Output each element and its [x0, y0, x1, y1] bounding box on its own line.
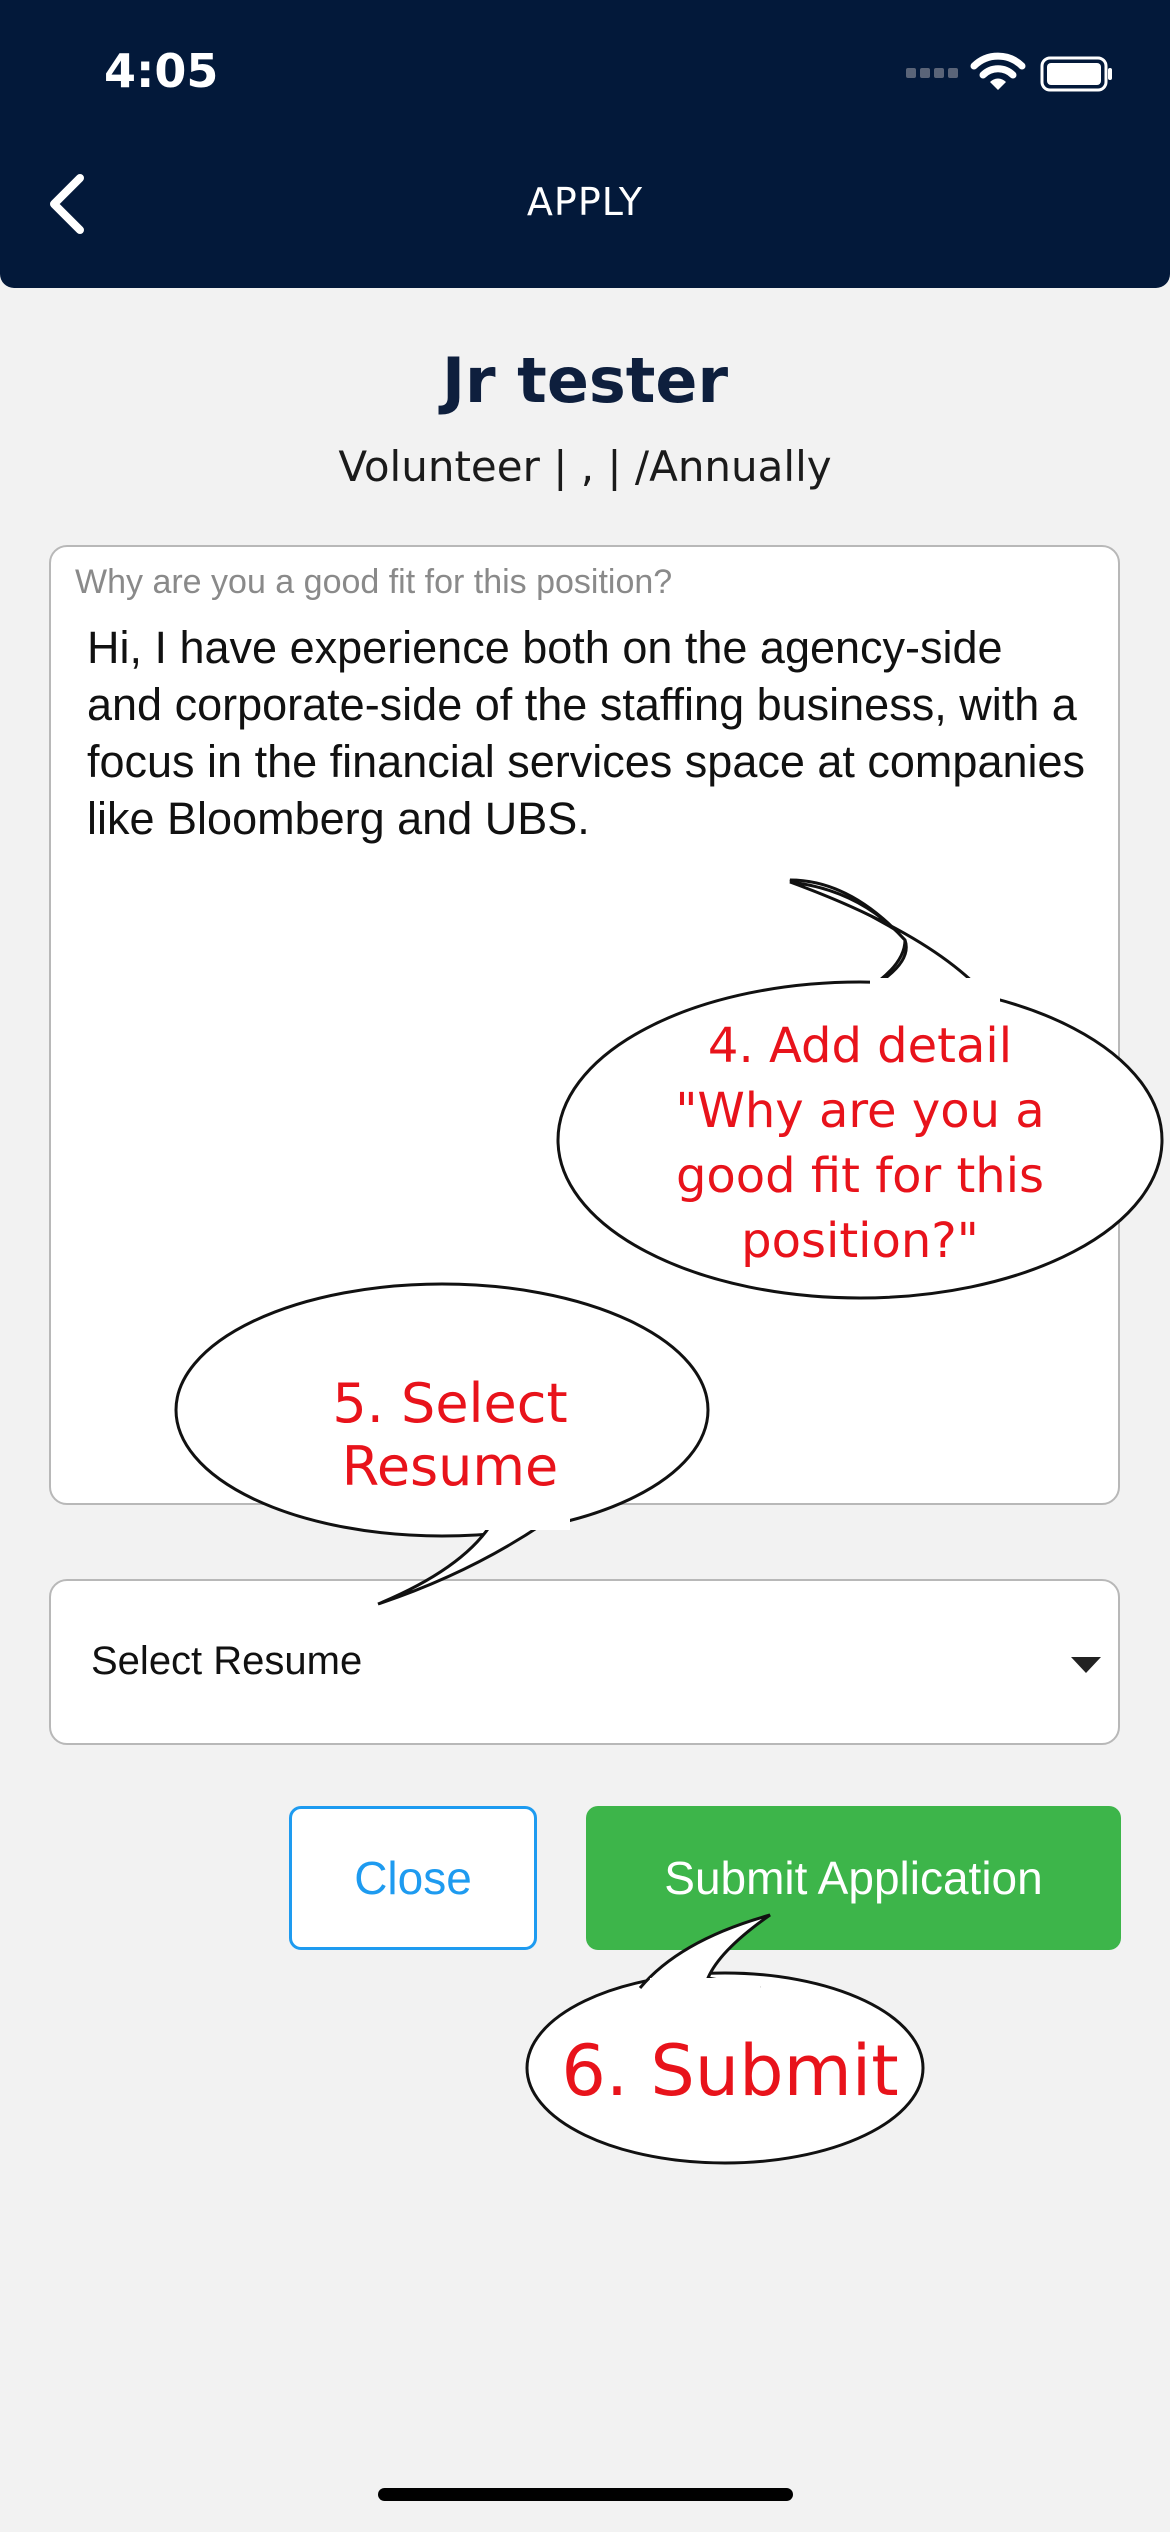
home-indicator[interactable] — [378, 2488, 793, 2501]
cellular-signal-icon — [906, 68, 958, 78]
fit-field-label: Why are you a good fit for this position… — [75, 563, 673, 601]
dropdown-caret-icon — [1071, 1657, 1101, 1673]
submit-application-button[interactable]: Submit Application — [586, 1806, 1121, 1950]
close-button[interactable]: Close — [289, 1806, 537, 1950]
job-title: Jr tester — [441, 344, 729, 417]
fit-field-value[interactable]: Hi, I have experience both on the agency… — [87, 619, 1087, 847]
status-time: 4:05 — [104, 44, 219, 98]
battery-icon — [1040, 56, 1112, 92]
wifi-icon — [970, 52, 1026, 90]
annotation-step6: 6. Submit — [561, 2030, 899, 2112]
job-meta: Volunteer | , | /Annually — [338, 442, 832, 491]
resume-select[interactable]: Select Resume — [49, 1579, 1120, 1745]
app-header: 4:05 APPLY — [0, 0, 1170, 288]
annotation-step5: 5. Select Resume — [332, 1372, 568, 1498]
resume-select-value: Select Resume — [91, 1639, 363, 1683]
page-title: APPLY — [526, 180, 644, 224]
annotation-step4: 4. Add detail "Why are you a good fit fo… — [675, 1018, 1045, 1269]
